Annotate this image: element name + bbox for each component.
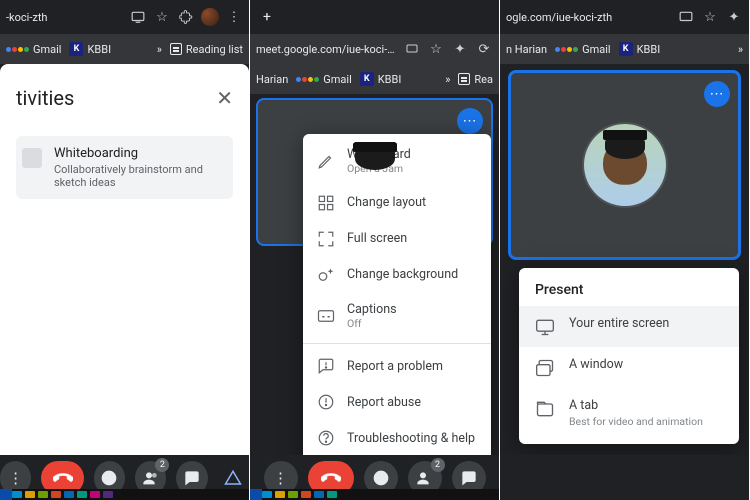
participant-avatar (584, 124, 666, 206)
star-icon[interactable]: ☆ (701, 8, 719, 26)
address-bar: meet.google.com/iue-koci-zth ☆ ✦ ⟳ (250, 34, 499, 64)
cast-icon[interactable] (403, 40, 421, 58)
bookmark-gmail[interactable]: Gmail (555, 43, 610, 56)
participants-count: 2 (431, 458, 445, 472)
star-icon[interactable]: ☆ (427, 40, 445, 58)
window-icon (535, 358, 555, 378)
extensions-icon[interactable] (177, 8, 195, 26)
activities-panel: tivities ✕ Whiteboarding Collaboratively… (0, 64, 249, 455)
close-icon[interactable]: ✕ (216, 86, 233, 110)
present-tab[interactable]: A tabBest for video and animation (519, 388, 739, 438)
cast-icon[interactable] (677, 8, 695, 26)
participants-count: 2 (155, 458, 169, 472)
bookmark-gmail[interactable]: Gmail (6, 43, 61, 56)
abuse-icon (317, 393, 335, 411)
bookmarks-bar: Gmail KKBBI » Reading list (0, 34, 249, 64)
reading-list[interactable]: Rea (458, 73, 493, 86)
profile-avatar[interactable] (201, 8, 219, 26)
bookmark-kbbi[interactable]: KKBBI (619, 42, 661, 56)
present-title: Present (519, 282, 739, 306)
whiteboard-icon (22, 148, 42, 168)
captions-icon (317, 307, 335, 325)
bookmark-harian[interactable]: Harian (256, 73, 288, 86)
pencil-icon (317, 152, 335, 170)
activities-title: tivities (16, 86, 74, 110)
fullscreen-icon (317, 230, 335, 248)
bookmark-kbbi[interactable]: KKBBI (69, 42, 111, 56)
menu-troubleshooting[interactable]: Troubleshooting & help (303, 420, 491, 456)
menu-whiteboard[interactable]: WhiteboardOpen a Jam (303, 138, 491, 185)
menu-report-abuse[interactable]: Report abuse (303, 384, 491, 420)
page-url: ogle.com/iue-koci-zth (506, 11, 671, 24)
extensions-icon[interactable]: ✦ (451, 40, 469, 58)
monitor-icon (535, 317, 555, 337)
menu-captions[interactable]: CaptionsOff (303, 293, 491, 340)
video-tile[interactable]: ⋯ (508, 70, 741, 260)
browser-tab-bar: ogle.com/iue-koci-zth ☆ ✦ (500, 0, 749, 34)
activity-title: Whiteboarding (54, 146, 227, 161)
layout-icon (317, 194, 335, 212)
sparkle-icon (317, 266, 335, 284)
feedback-icon (317, 357, 335, 375)
reading-list[interactable]: Reading list (170, 43, 243, 56)
menu-change-layout[interactable]: Change layout (303, 185, 491, 221)
windows-taskbar (0, 489, 249, 500)
reading-list-icon (458, 73, 470, 85)
present-window[interactable]: A window (519, 347, 739, 388)
help-icon (317, 429, 335, 447)
bookmarks-bar: Harian Gmail KKBBI » Rea (250, 64, 499, 94)
present-entire-screen[interactable]: Your entire screen (519, 306, 739, 347)
overflow-chevron[interactable]: » (445, 73, 450, 86)
activity-whiteboarding[interactable]: Whiteboarding Collaboratively brainstorm… (16, 136, 233, 199)
sync-icon[interactable]: ⟳ (475, 40, 493, 58)
kebab-icon[interactable]: ⋮ (225, 8, 243, 26)
cast-icon[interactable] (129, 8, 147, 26)
bookmark-harian[interactable]: n Harian (506, 43, 547, 56)
extensions-icon[interactable]: ✦ (725, 8, 743, 26)
overflow-chevron[interactable]: » (157, 43, 162, 56)
bookmarks-bar: n Harian Gmail KKBBI » (500, 34, 749, 64)
new-tab-button[interactable]: + (256, 6, 278, 28)
overflow-chevron[interactable]: » (738, 43, 743, 56)
menu-separator (303, 343, 491, 344)
bookmark-kbbi[interactable]: KKBBI (360, 72, 402, 86)
reading-list-icon (170, 43, 182, 55)
page-url: meet.google.com/iue-koci-zth (256, 43, 397, 56)
windows-taskbar (250, 489, 499, 500)
menu-fullscreen[interactable]: Full screen (303, 221, 491, 257)
call-bar (500, 455, 749, 500)
star-icon[interactable]: ☆ (153, 8, 171, 26)
menu-report-problem[interactable]: Report a problem (303, 348, 491, 384)
browser-tab-bar: + (250, 0, 499, 34)
bookmark-gmail[interactable]: Gmail (296, 73, 351, 86)
tile-more-icon[interactable]: ⋯ (457, 108, 483, 134)
tile-more-icon[interactable]: ⋯ (704, 81, 730, 107)
browser-tab-bar: -koci-zth ☆ ⋮ (0, 0, 249, 34)
tab-icon (535, 399, 555, 419)
more-options-menu: WhiteboardOpen a Jam Change layout Full … (303, 134, 491, 496)
menu-change-background[interactable]: Change background (303, 257, 491, 293)
tab-url: -koci-zth (6, 11, 123, 24)
present-menu: Present Your entire screen A window A ta… (519, 268, 739, 444)
activity-subtitle: Collaboratively brainstorm and sketch id… (54, 163, 227, 189)
